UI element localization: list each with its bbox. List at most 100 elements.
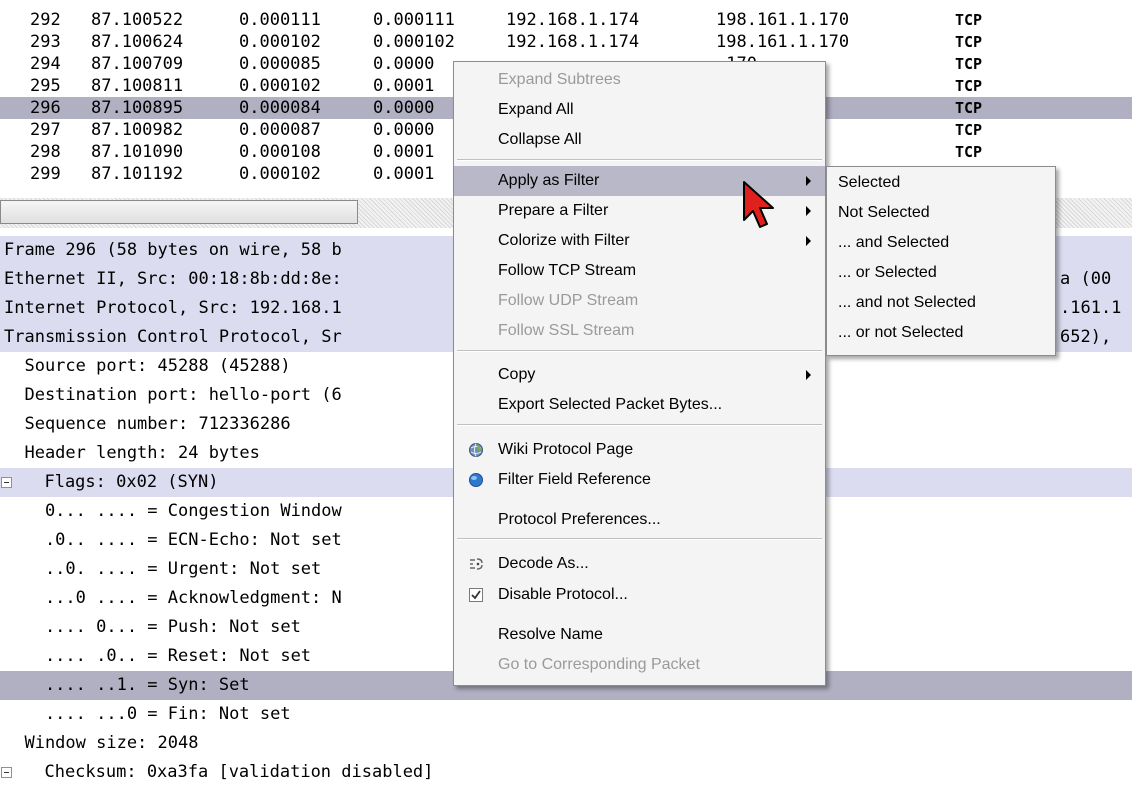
packet-delta-displayed: 0.0000 (373, 98, 435, 118)
detail-row-text-overflow: 652), (1060, 327, 1112, 347)
packet-delta-displayed: 0.0000 (373, 54, 435, 74)
detail-row-text: .... .0.. = Reset: Not set (4, 646, 312, 666)
packet-number: 294 (30, 54, 61, 74)
detail-row-text: Ethernet II, Src: 00:18:8b:dd:8e: (4, 269, 342, 289)
detail-row-text: Checksum: 0xa3fa [validation disabled] (24, 762, 434, 782)
filter-option-label: Selected (838, 174, 901, 191)
menu-item-protocol-preferences[interactable]: Protocol Preferences... (454, 505, 825, 535)
filter-option-not-selected[interactable]: Not Selected (827, 198, 1055, 228)
submenu-arrow-icon (806, 236, 811, 246)
packet-protocol: TCP (955, 55, 983, 73)
menu-item-wiki-protocol-page[interactable]: Wiki Protocol Page (454, 435, 825, 465)
filter-option-label: ... or not Selected (838, 324, 964, 341)
menu-item-follow-ssl-stream: Follow SSL Stream (454, 316, 825, 346)
packet-time: 87.100624 (91, 32, 184, 52)
menu-item-label: Apply as Filter (498, 172, 600, 189)
packet-delta-displayed: 0.000102 (373, 32, 455, 52)
menu-separator (457, 538, 822, 540)
detail-row-text-overflow: a (00 (1060, 269, 1112, 289)
detail-row-text: Header length: 24 bytes (4, 443, 260, 463)
detail-row-text: .... ..1. = Syn: Set (4, 675, 250, 695)
packet-number: 299 (30, 164, 61, 184)
packet-number: 295 (30, 76, 61, 96)
menu-item-label: Collapse All (498, 131, 582, 148)
menu-item-label: Follow TCP Stream (498, 262, 637, 279)
filter-option-selected[interactable]: Selected (827, 168, 1055, 198)
detail-row-text: Frame 296 (58 bytes on wire, 58 b (4, 240, 342, 260)
filter-option-label: ... or Selected (838, 264, 937, 281)
submenu-arrow-icon (806, 206, 811, 216)
packet-row[interactable]: 293 87.100624 0.000102 0.000102 192.168.1.17… (0, 31, 1132, 53)
menu-separator (457, 424, 822, 426)
detail-row[interactable]: .... ...0 = Fin: Not set (0, 700, 1132, 729)
packet-source: 192.168.1.174 (506, 32, 640, 52)
menu-item-label: Go to Corresponding Packet (498, 656, 700, 673)
packet-delta-displayed: 0.000111 (373, 10, 455, 30)
packet-number: 297 (30, 120, 61, 140)
packet-protocol: TCP (955, 11, 983, 29)
menu-item-export-selected-packet-bytes[interactable]: Export Selected Packet Bytes... (454, 390, 825, 420)
packet-delta-displayed: 0.0001 (373, 142, 435, 162)
blue-globe-icon (469, 473, 483, 487)
menu-item-filter-field-reference[interactable]: Filter Field Reference (454, 465, 825, 495)
filter-option-or-selected[interactable]: ... or Selected (827, 258, 1055, 288)
filter-option-and-selected[interactable]: ... and Selected (827, 228, 1055, 258)
filter-option-label: Not Selected (838, 204, 930, 221)
packet-delta-time: 0.000102 (239, 76, 321, 96)
menu-item-label: Prepare a Filter (498, 202, 609, 219)
menu-item-expand-all[interactable]: Expand All (454, 95, 825, 125)
menu-item-label: Export Selected Packet Bytes... (498, 396, 723, 413)
menu-item-label: Resolve Name (498, 626, 603, 643)
packet-number: 292 (30, 10, 61, 30)
menu-item-label: Wiki Protocol Page (498, 441, 634, 458)
menu-item-resolve-name[interactable]: Resolve Name (454, 620, 825, 650)
packet-time: 87.101090 (91, 142, 184, 162)
packet-number: 298 (30, 142, 61, 162)
detail-row-text: Flags: 0x02 (SYN) (24, 472, 219, 492)
menu-item-label: Protocol Preferences... (498, 511, 661, 528)
submenu-arrow-icon (806, 370, 811, 380)
packet-delta-time: 0.000084 (239, 98, 321, 118)
menu-item-label: Follow UDP Stream (498, 292, 639, 309)
menu-item-disable-protocol[interactable]: Disable Protocol... (454, 580, 825, 610)
menu-item-label: Decode As... (498, 555, 589, 572)
menu-item-go-to-corresponding-packet: Go to Corresponding Packet (454, 650, 825, 680)
detail-row-text: ...0 .... = Acknowledgment: N (4, 588, 342, 608)
globe-icon (469, 443, 483, 457)
filter-option-label: ... and Selected (838, 234, 950, 251)
detail-row[interactable]: Window size: 2048 (0, 729, 1132, 758)
detail-row-text: Transmission Control Protocol, Sr (4, 327, 342, 347)
filter-option-or-not-selected[interactable]: ... or not Selected (827, 318, 1055, 348)
packet-number: 293 (30, 32, 61, 52)
menu-item-label: Filter Field Reference (498, 471, 651, 488)
filter-option-and-not-selected[interactable]: ... and not Selected (827, 288, 1055, 318)
menu-item-label: Follow SSL Stream (498, 322, 635, 339)
packet-protocol: TCP (955, 99, 983, 117)
menu-item-follow-tcp-stream[interactable]: Follow TCP Stream (454, 256, 825, 286)
submenu-arrow-icon (806, 176, 811, 186)
menu-item-label: Disable Protocol... (498, 586, 628, 603)
packet-delta-time: 0.000108 (239, 142, 321, 162)
detail-row-text: Sequence number: 712336286 (4, 414, 291, 434)
menu-item-collapse-all[interactable]: Collapse All (454, 125, 825, 155)
menu-separator (457, 350, 822, 352)
detail-row-text: Internet Protocol, Src: 192.168.1 (4, 298, 342, 318)
scrollbar-thumb[interactable] (0, 200, 358, 224)
packet-delta-time: 0.000085 (239, 54, 321, 74)
filter-option-label: ... and not Selected (838, 294, 976, 311)
menu-item-copy[interactable]: Copy (454, 360, 825, 390)
detail-row-text-overflow: .161.1 (1060, 298, 1122, 318)
packet-time: 87.100709 (91, 54, 184, 74)
packet-protocol: TCP (955, 143, 983, 161)
menu-item-decode-as[interactable]: Decode As... (454, 549, 825, 579)
packet-time: 87.100895 (91, 98, 184, 118)
detail-row[interactable]: Checksum: 0xa3fa [validation disabled] (0, 758, 1132, 787)
packet-time: 87.100982 (91, 120, 184, 140)
detail-row-text: .... ...0 = Fin: Not set (4, 704, 291, 724)
detail-row-text: Source port: 45288 (45288) (4, 356, 291, 376)
collapse-toggle-icon[interactable] (1, 477, 12, 488)
packet-time: 87.101192 (91, 164, 184, 184)
packet-row[interactable]: 292 87.100522 0.000111 0.000111 192.168.1.17… (0, 9, 1132, 31)
menu-item-expand-subtrees: Expand Subtrees (454, 65, 825, 95)
packet-source: 192.168.1.174 (506, 10, 640, 30)
